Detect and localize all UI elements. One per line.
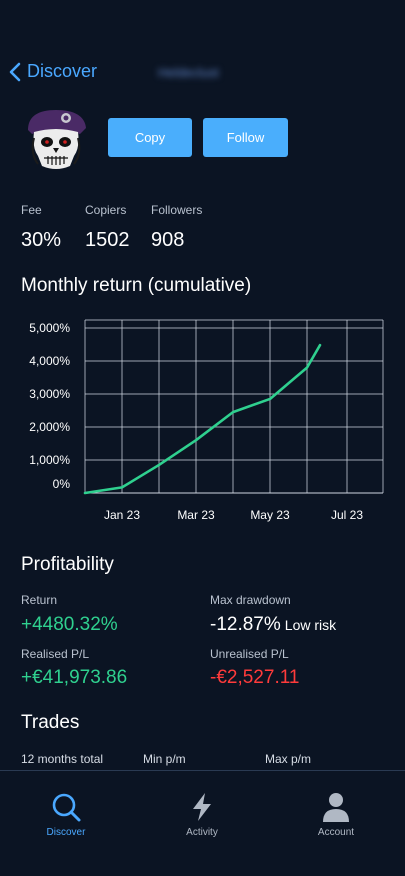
realised-pl-value: +€41,973.86	[21, 667, 128, 688]
y-tick-label: 1,000%	[29, 453, 70, 467]
back-button[interactable]: Discover	[9, 61, 97, 82]
max-drawdown-value: -12.87%	[210, 614, 281, 635]
followers-value: 908	[151, 229, 185, 251]
return-label: Return	[21, 593, 58, 607]
copiers-label: Copiers	[85, 203, 127, 217]
y-tick-label: 5,000%	[29, 321, 70, 335]
trades-title: Trades	[21, 712, 80, 733]
profitability-title: Profitability	[21, 554, 114, 575]
y-tick-label: 2,000%	[29, 420, 70, 434]
return-value: +4480.32%	[21, 614, 118, 635]
y-tick-label: 4,000%	[29, 354, 70, 368]
follow-button[interactable]: Follow	[203, 118, 288, 157]
fee-value: 30%	[21, 229, 62, 251]
bottom-tab-bar: Discover Activity Account	[0, 770, 405, 876]
tab-account[interactable]: Account	[291, 791, 381, 838]
tab-account-label: Account	[317, 827, 355, 838]
fee-label: Fee	[21, 203, 42, 217]
top-nav-bar: Discover Heldeclust	[0, 58, 405, 88]
realised-pl-label: Realised P/L	[21, 647, 90, 661]
max-drawdown-field: -12.87% Low risk	[210, 614, 336, 636]
tab-activity-label: Activity	[186, 827, 218, 838]
x-tick-label: May 23	[250, 508, 290, 522]
chart-title: Monthly return (cumulative)	[21, 275, 252, 296]
return-series-line	[83, 343, 322, 495]
username: Heldeclust	[158, 65, 219, 80]
trades-min-label: Min p/m	[143, 752, 186, 766]
tab-discover[interactable]: Discover	[21, 791, 111, 838]
x-tick-label: Jul 23	[331, 508, 363, 522]
monthly-return-chart: 5,000% 4,000% 3,000% 2,000% 1,000% 0% Jan 23 Ma…	[29, 319, 384, 522]
tab-activity[interactable]: Activity	[157, 791, 247, 838]
risk-badge: Low risk	[284, 617, 337, 633]
back-label: Discover	[27, 61, 98, 81]
x-tick-label: Mar 23	[177, 508, 215, 522]
copiers-value: 1502	[85, 229, 130, 251]
avatar[interactable]	[20, 104, 92, 176]
person-icon	[323, 793, 349, 822]
trades-total-label: 12 months total	[21, 752, 104, 766]
trades-max-label: Max p/m	[265, 752, 312, 766]
x-tick-label: Jan 23	[104, 508, 140, 522]
followers-label: Followers	[151, 203, 203, 217]
max-drawdown-label: Max drawdown	[210, 593, 291, 607]
unrealised-pl-value: -€2,527.11	[210, 667, 300, 688]
unrealised-pl-label: Unrealised P/L	[210, 647, 289, 661]
search-icon	[52, 793, 81, 822]
tab-discover-label: Discover	[46, 827, 86, 838]
y-tick-label: 0%	[53, 477, 71, 491]
y-tick-label: 3,000%	[29, 387, 70, 401]
lightning-icon	[193, 793, 211, 821]
chevron-left-icon	[9, 62, 21, 81]
copy-button[interactable]: Copy	[108, 118, 192, 157]
